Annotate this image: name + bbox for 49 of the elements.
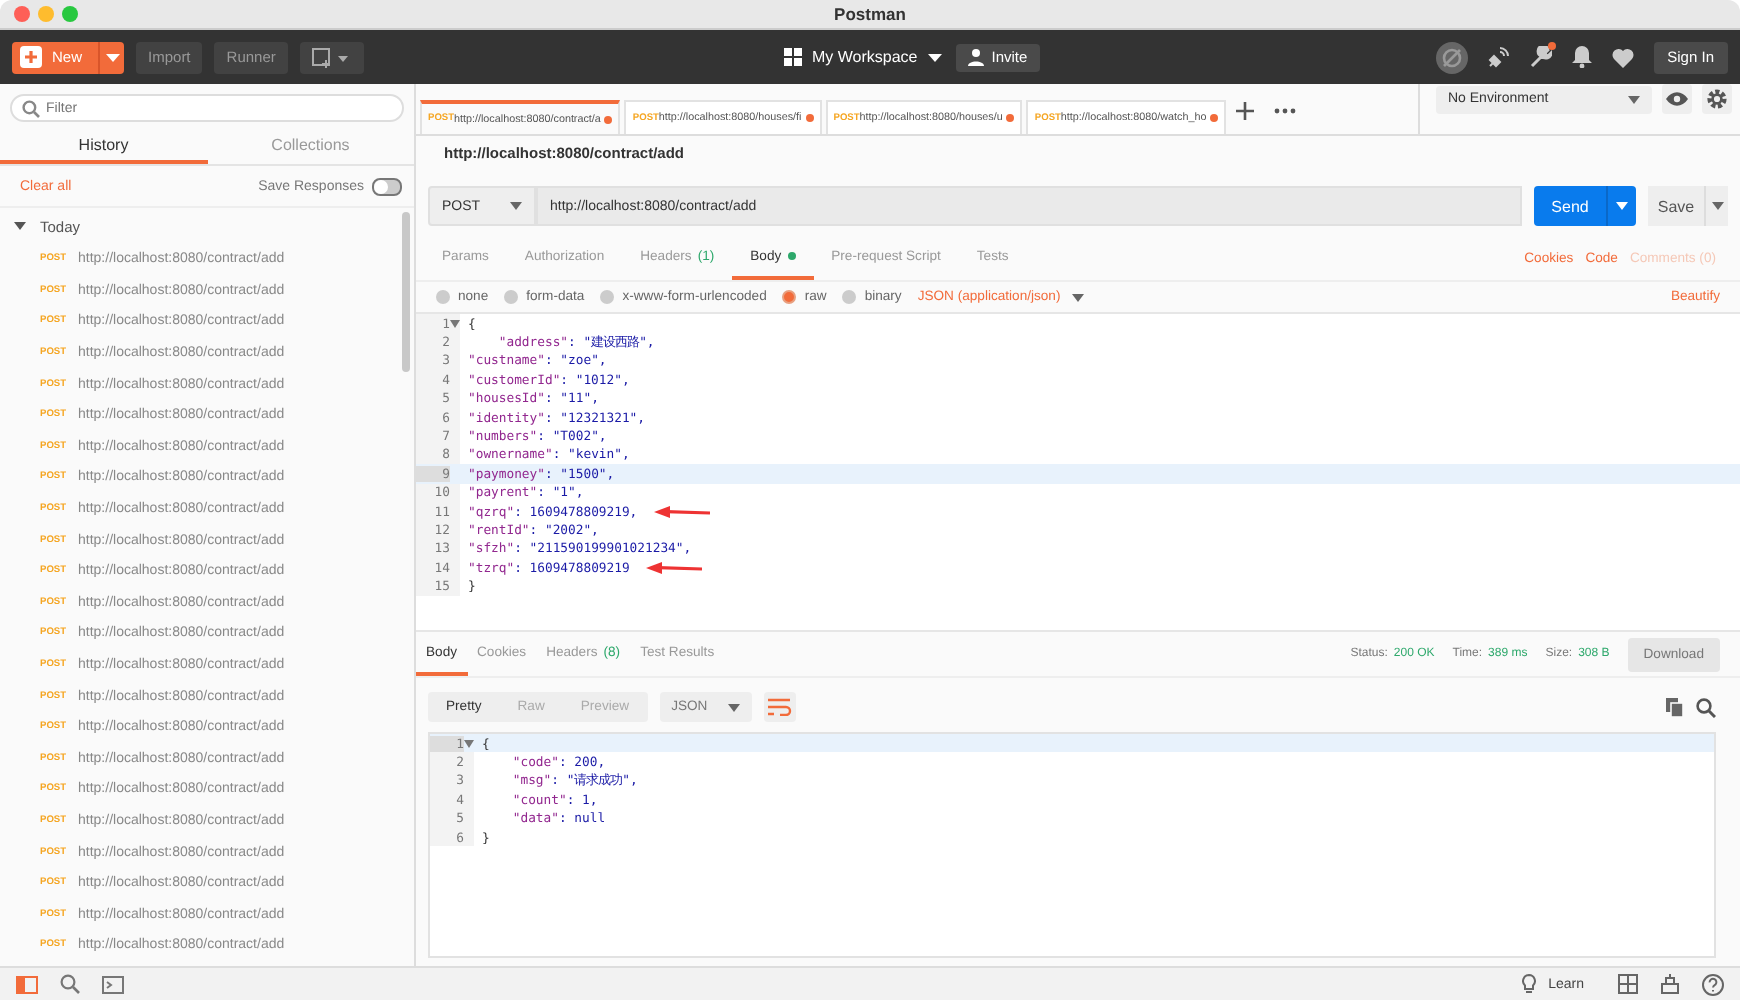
sidebar-tab[interactable]: Collections (207, 130, 414, 164)
caret-icon (1616, 202, 1628, 210)
caret-icon (510, 202, 522, 210)
wrap-icon (767, 698, 792, 716)
caret-icon (727, 703, 740, 711)
console-icon[interactable] (102, 975, 124, 993)
plus-icon[interactable] (1236, 102, 1255, 120)
help-icon[interactable] (1702, 973, 1724, 995)
save-dropdown-button[interactable] (1704, 186, 1728, 226)
bell-icon[interactable] (1571, 46, 1592, 68)
lightbulb-icon (1522, 974, 1537, 994)
settings-icon (1706, 88, 1728, 110)
new-window-icon (311, 47, 352, 67)
wrench-icon[interactable] (1529, 46, 1552, 68)
plus-icon (20, 46, 42, 68)
bootcamp-icon[interactable] (1660, 974, 1680, 994)
sidebar-tab[interactable]: History (0, 130, 207, 164)
settings-button[interactable] (1702, 84, 1732, 114)
two-pane-icon[interactable] (1618, 974, 1638, 994)
caret-icon (1072, 293, 1085, 301)
save-responses-toggle[interactable] (372, 177, 402, 195)
save-button[interactable]: Save (1648, 186, 1704, 226)
search-icon[interactable] (60, 974, 80, 994)
search-icon (22, 100, 40, 118)
fold-icon[interactable] (450, 319, 460, 328)
eye-button[interactable] (1662, 84, 1692, 114)
grid-icon (784, 48, 802, 66)
copy-icon[interactable] (1666, 697, 1684, 717)
person-icon (967, 48, 984, 66)
wrap-lines-button[interactable] (763, 692, 796, 722)
caret-icon (105, 53, 120, 61)
send-button[interactable]: Send (1534, 186, 1606, 226)
new-window-button[interactable] (299, 41, 364, 73)
caret-icon (927, 53, 942, 61)
window-title: Postman (834, 4, 906, 24)
caret-icon (1628, 95, 1640, 103)
send-dropdown-button[interactable] (1606, 186, 1636, 226)
fold-icon[interactable] (464, 739, 474, 748)
satellite-icon[interactable] (1487, 46, 1510, 68)
sync-icon[interactable] (1435, 41, 1468, 73)
caret-icon[interactable] (14, 220, 26, 232)
caret-icon (1711, 202, 1723, 210)
eye-icon (1666, 92, 1688, 106)
more-icon[interactable] (1274, 108, 1297, 114)
sidebar-toggle-icon[interactable] (16, 975, 38, 993)
workspace-dropdown[interactable]: My Workspace (784, 48, 942, 66)
heart-icon[interactable] (1611, 47, 1634, 67)
search-icon[interactable] (1696, 697, 1716, 717)
new-dropdown-button[interactable] (98, 41, 125, 73)
